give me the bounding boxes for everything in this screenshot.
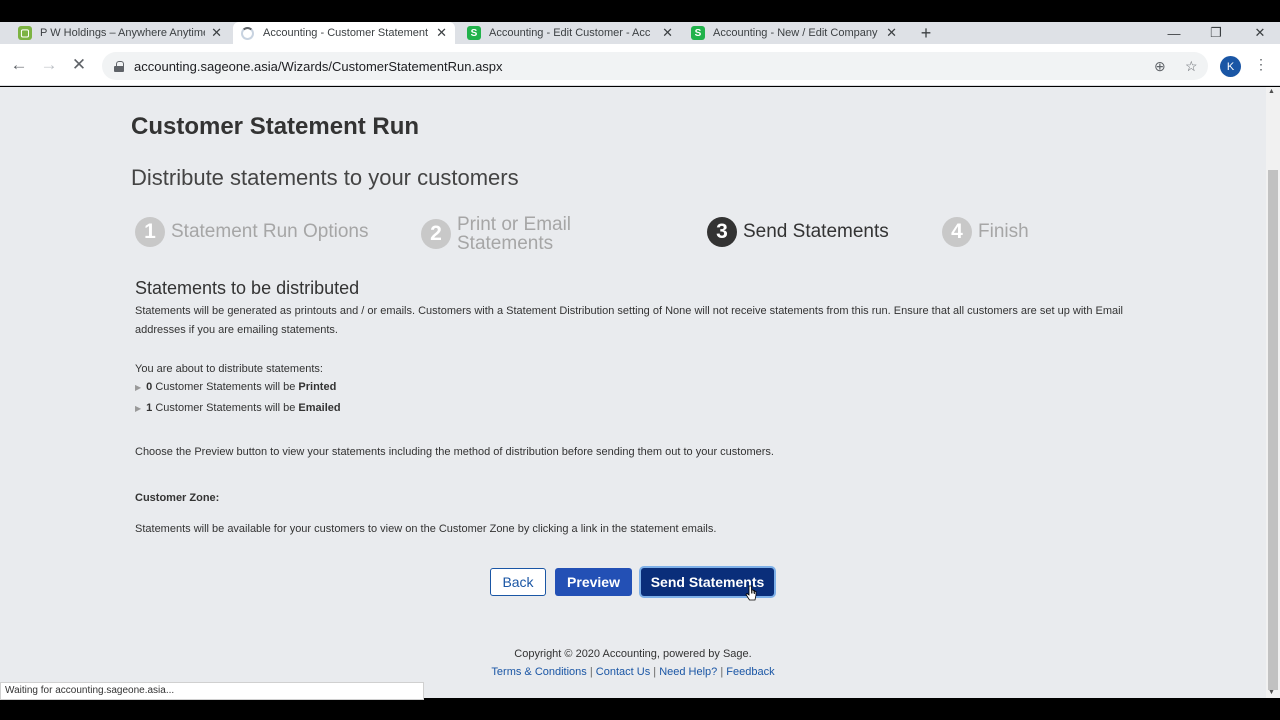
wizard-step-3: 3 Send Statements [707,217,889,247]
printed-text: Customer Statements will be [155,381,296,393]
footer-links: Terms & Conditions | Contact Us | Need H… [491,666,775,678]
terms-link[interactable]: Terms & Conditions [491,666,586,678]
sage-favicon-icon: S [691,26,705,40]
browser-toolbar: ← → ✕ accounting.sageone.asia/Wizards/Cu… [0,44,1280,86]
document-favicon-icon: ▢ [18,26,32,40]
bookmark-star-icon[interactable]: ☆ [1185,58,1198,75]
printed-count: 0 [146,381,153,393]
new-tab-plus-icon[interactable]: + [916,22,936,44]
section-title: Statements to be distributed [135,278,360,298]
stop-loading-icon[interactable]: ✕ [68,54,90,76]
lock-icon [114,60,124,72]
close-icon[interactable]: ✕ [886,25,897,41]
wizard-step-4: 4 Finish [942,217,1029,247]
customer-zone-text: Statements will be available for your cu… [135,523,717,535]
zoom-icon[interactable]: ⊕ [1154,58,1166,75]
preview-note: Choose the Preview button to view your s… [135,446,774,458]
close-icon[interactable]: ✕ [211,25,222,41]
profile-avatar[interactable]: K [1220,56,1241,77]
page-content: Customer Statement Run Distribute statem… [0,87,1266,698]
hand-cursor-icon [745,585,757,601]
page-title: Customer Statement Run [131,113,420,140]
tab-edit-company[interactable]: S Accounting - New / Edit Company ✕ [683,22,905,44]
step-label: Print or Email Statements [457,214,572,254]
tab-edit-customer[interactable]: S Accounting - Edit Customer - Acc ✕ [459,22,681,44]
sage-favicon-icon: S [467,26,481,40]
feedback-link[interactable]: Feedback [726,666,774,678]
loading-spinner-icon [241,26,254,40]
step-number: 3 [707,217,737,247]
emailed-text: Customer Statements will be [155,402,296,414]
expand-triangle-icon: ▶ [135,382,142,392]
tab-title: P W Holdings – Anywhere Anytime [40,27,205,39]
expand-triangle-icon: ▶ [135,403,142,413]
step-number: 2 [421,219,451,249]
printed-method: Printed [298,381,337,393]
preview-button[interactable]: Preview [555,568,632,596]
printed-count-item[interactable]: ▶ 0 Customer Statements will be Printed [135,381,336,393]
emailed-count-item[interactable]: ▶ 1 Customer Statements will be Emailed [135,402,341,414]
screen: ▢ P W Holdings – Anywhere Anytime ✕ Acco… [0,0,1280,720]
close-icon[interactable]: ✕ [662,25,673,41]
back-arrow-icon[interactable]: ← [8,54,30,76]
wizard-step-1: 1 Statement Run Options [135,217,369,247]
page-subtitle: Distribute statements to your customers [131,165,519,190]
close-icon[interactable]: ✕ [436,25,447,41]
url-text: accounting.sageone.asia/Wizards/Customer… [134,58,503,74]
minimize-icon[interactable]: — [1154,22,1194,44]
scroll-up-icon[interactable]: ▲ [1268,88,1275,95]
tab-title: Accounting - Edit Customer - Acc [489,27,651,39]
address-bar[interactable]: accounting.sageone.asia/Wizards/Customer… [102,52,1208,80]
forward-arrow-icon[interactable]: → [38,54,60,76]
tab-pw-holdings[interactable]: ▢ P W Holdings – Anywhere Anytime ✕ [10,22,230,44]
tab-strip: ▢ P W Holdings – Anywhere Anytime ✕ Acco… [0,22,1280,44]
intro-text: Statements will be generated as printout… [135,305,1124,336]
tab-title: Accounting - New / Edit Company [713,27,878,39]
step-number: 1 [135,217,165,247]
customer-zone-label: Customer Zone: [135,492,220,504]
step-label: Statement Run Options [171,221,369,242]
help-link[interactable]: Need Help? [659,666,717,678]
scroll-down-icon[interactable]: ▼ [1268,689,1275,696]
footer-copyright: Copyright © 2020 Accounting, powered by … [514,648,752,660]
emailed-method: Emailed [298,402,341,414]
wizard-step-2: 2 Print or Email Statements [421,215,587,253]
tab-customer-statement[interactable]: Accounting - Customer Statement ✕ [233,22,455,44]
window-close-icon[interactable]: ✕ [1240,22,1280,44]
step-number: 4 [942,217,972,247]
back-button[interactable]: Back [490,568,546,596]
status-bar: Waiting for accounting.sageone.asia... [0,682,424,700]
tab-title: Accounting - Customer Statement [263,27,428,39]
contact-link[interactable]: Contact Us [596,666,650,678]
step-label: Finish [978,221,1029,242]
emailed-count: 1 [146,402,153,414]
step-label: Send Statements [743,221,889,242]
menu-kebab-icon[interactable]: ⋮ [1254,56,1268,73]
scrollbar-thumb[interactable] [1268,170,1278,690]
about-text: You are about to distribute statements: [135,363,323,375]
restore-icon[interactable]: ❐ [1196,22,1236,44]
